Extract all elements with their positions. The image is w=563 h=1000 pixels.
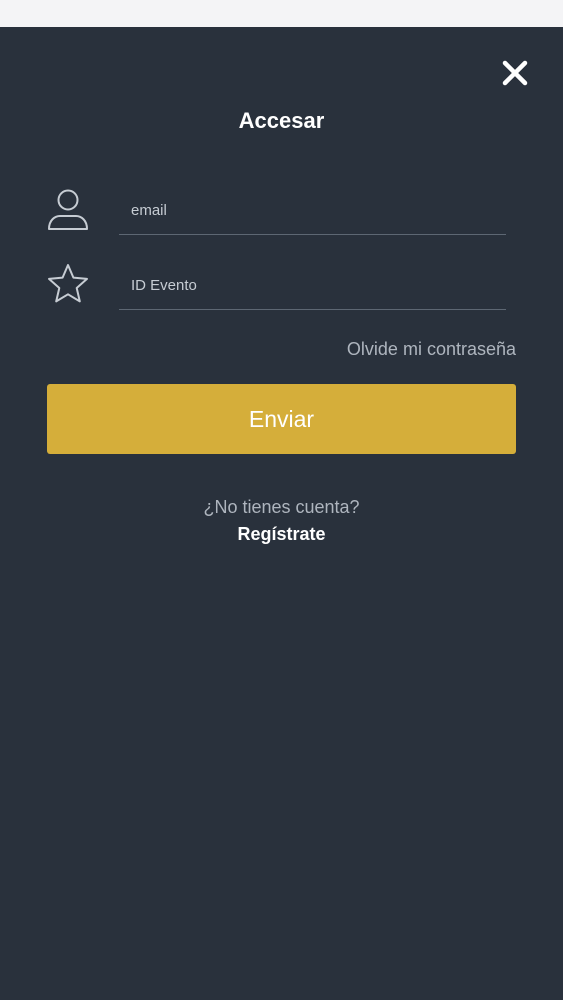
event-id-field[interactable] [119, 262, 506, 310]
status-bar [0, 0, 563, 27]
register-link[interactable]: Regístrate [0, 524, 563, 545]
forgot-password-link[interactable]: Olvide mi contraseña [347, 339, 516, 360]
submit-button[interactable]: Enviar [47, 384, 516, 454]
close-button[interactable] [498, 56, 532, 90]
no-account-text: ¿No tienes cuenta? [203, 497, 360, 517]
email-input[interactable] [119, 187, 506, 234]
email-field[interactable] [119, 187, 506, 235]
user-icon [46, 187, 90, 231]
page-title: Accesar [238, 108, 325, 133]
star-icon [46, 262, 90, 306]
event-id-input[interactable] [119, 262, 506, 309]
close-icon [502, 60, 528, 86]
